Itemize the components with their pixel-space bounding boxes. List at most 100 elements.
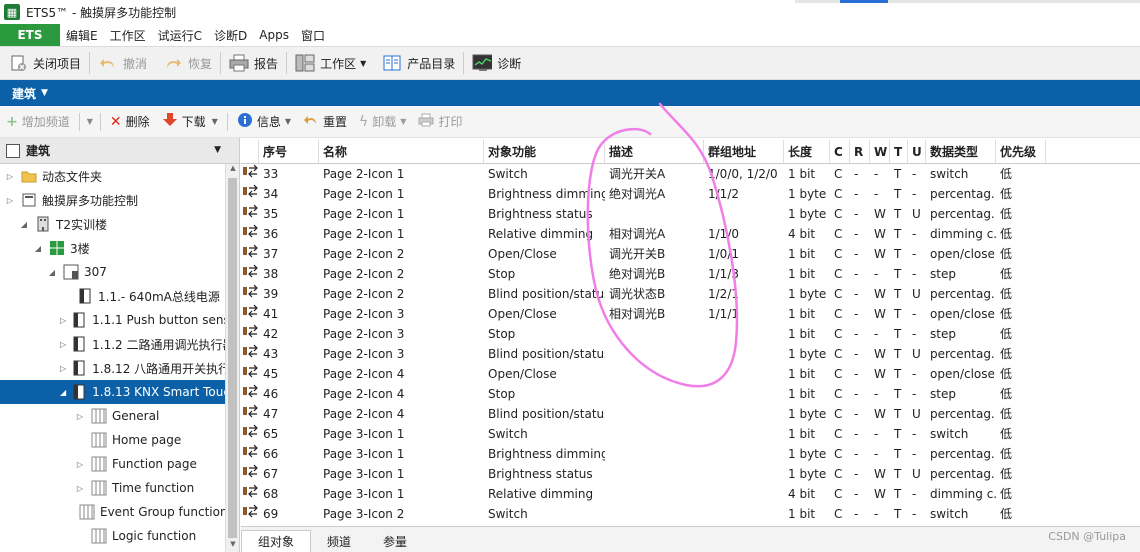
scroll-down-icon[interactable]: ▼	[226, 540, 240, 552]
download-button[interactable]: 下载 ▼	[156, 106, 224, 138]
menu-window[interactable]: 窗口	[295, 27, 331, 44]
column-header[interactable]: R	[850, 140, 870, 163]
expand-icon[interactable]: ▷	[4, 172, 16, 181]
menu-apps[interactable]: Apps	[253, 28, 295, 42]
column-header[interactable]: 名称	[319, 140, 484, 163]
column-header[interactable]: W	[870, 140, 890, 163]
collapse-icon[interactable]: ◢	[32, 244, 44, 253]
tree-node[interactable]: ◢ T2实训楼	[0, 212, 226, 236]
tree-node[interactable]: ▷ 动态文件夹	[0, 164, 226, 188]
close-project-button[interactable]: 关闭项目	[0, 46, 89, 80]
column-header[interactable]: 描述	[605, 140, 704, 163]
expand-icon[interactable]: ▷	[74, 484, 86, 493]
diagnostics-button[interactable]: 诊断	[464, 46, 529, 80]
reset-button[interactable]: 重置	[297, 106, 353, 138]
report-button[interactable]: 报告	[221, 46, 286, 80]
table-row[interactable]: 41 Page 2-Icon 3 Open/Close 相对调光B 1/1/1 1 bit…	[241, 304, 1140, 324]
collapse-icon[interactable]: ◢	[60, 388, 66, 397]
table-row[interactable]: 43 Page 2-Icon 3 Blind position/status 1 by…	[241, 344, 1140, 364]
table-cell: C	[834, 247, 843, 261]
column-header[interactable]: 群组地址	[704, 140, 784, 163]
redo-button[interactable]: 恢复	[155, 46, 220, 80]
column-header[interactable]: T	[890, 140, 908, 163]
table-cell: -	[874, 387, 879, 401]
table-row[interactable]: 33 Page 2-Icon 1 Switch 调光开关A 1/0/0, 1/2/0 1 …	[241, 164, 1140, 184]
tree-node[interactable]: 1.1.- 640mA总线电源	[0, 284, 226, 308]
tree-node[interactable]: ▷ 1.8.12 八路通用开关执行器	[0, 356, 226, 380]
tree-node[interactable]: ▷ 触摸屏多功能控制	[0, 188, 226, 212]
column-header[interactable]: U	[908, 140, 926, 163]
info-button[interactable]: 信息 ▼	[231, 106, 297, 138]
table-row[interactable]: 68 Page 3-Icon 1 Relative dimming 4 bit C - W T…	[241, 484, 1140, 504]
tree-node[interactable]: Logic function	[0, 524, 226, 548]
tree-node[interactable]: ▷ Function page	[0, 452, 226, 476]
table-row[interactable]: 38 Page 2-Icon 2 Stop 绝对调光B 1/1/3 1 bit C - - T - s…	[241, 264, 1140, 284]
tree-node[interactable]: ◢ 307	[0, 260, 226, 284]
table-cell: C	[834, 307, 843, 321]
table-row[interactable]: 65 Page 3-Icon 1 Switch 1 bit C - - T - switch 低	[241, 424, 1140, 444]
table-row[interactable]: 34 Page 2-Icon 1 Brightness dimming 绝对调光A 1/…	[241, 184, 1140, 204]
panel-selector-bar[interactable]: 建筑 ▼	[0, 80, 1140, 106]
menu-diagnostics[interactable]: 诊断D	[208, 27, 253, 44]
column-header[interactable]: 优先级	[996, 140, 1046, 163]
tree-node[interactable]: ◢ 3楼	[0, 236, 226, 260]
tree-node[interactable]: ▷ General	[0, 404, 226, 428]
expand-icon[interactable]: ▷	[74, 460, 86, 469]
workspace-button[interactable]: 工作区 ▼	[287, 46, 374, 80]
ets-menu-button[interactable]: ETS	[0, 24, 60, 46]
column-header[interactable]: 对象功能	[484, 140, 605, 163]
table-row[interactable]: 45 Page 2-Icon 4 Open/Close 1 bit C - W T - open/…	[241, 364, 1140, 384]
table-row[interactable]: 42 Page 2-Icon 3 Stop 1 bit C - - T - step 低	[241, 324, 1140, 344]
tab-parameters[interactable]: 参量	[367, 530, 423, 552]
table-row[interactable]: 47 Page 2-Icon 4 Blind position/status 1 by…	[241, 404, 1140, 424]
tree-node[interactable]: Event Group function	[0, 500, 226, 524]
tree-node[interactable]: ▷ 1.1.2 二路通用调光执行器	[0, 332, 226, 356]
menu-workspace[interactable]: 工作区	[104, 27, 152, 44]
tree-scrollbar[interactable]: ▲ ▼	[225, 164, 239, 552]
tree-node[interactable]: ▷ 1.1.1 Push button sensor...	[0, 308, 226, 332]
table-row[interactable]: 36 Page 2-Icon 1 Relative dimming 相对调光A 1/1/…	[241, 224, 1140, 244]
column-header[interactable]: 长度	[784, 140, 830, 163]
expand-icon[interactable]: ▷	[4, 196, 16, 205]
tree-node[interactable]: ▷ Time function	[0, 476, 226, 500]
collapse-icon[interactable]: ◢	[18, 220, 30, 229]
add-channel-button[interactable]: + 增加频道	[0, 106, 76, 138]
column-header[interactable]: 数据类型	[926, 140, 996, 163]
tree-node[interactable]: Home page	[0, 428, 226, 452]
expand-icon[interactable]: ▷	[74, 412, 86, 421]
delete-button[interactable]: ✕ 删除	[104, 106, 156, 138]
scroll-up-icon[interactable]: ▲	[226, 164, 240, 176]
column-header[interactable]: 序号	[259, 140, 319, 163]
table-row[interactable]: 66 Page 3-Icon 1 Brightness dimming 1 byte C…	[241, 444, 1140, 464]
table-cell: C	[834, 367, 843, 381]
catalog-button[interactable]: 产品目录	[374, 46, 463, 80]
table-row[interactable]: 35 Page 2-Icon 1 Brightness status 1 byte C -…	[241, 204, 1140, 224]
table-cell: Page 2-Icon 4	[323, 407, 405, 421]
chevron-down-icon[interactable]: ▼	[83, 117, 97, 126]
column-header[interactable]	[241, 140, 259, 163]
expand-icon[interactable]: ▷	[60, 340, 66, 349]
tree-panel-header[interactable]: 建筑 ▼	[0, 138, 239, 164]
column-header[interactable]: C	[830, 140, 850, 163]
unload-button[interactable]: ϟ 卸载 ▼	[353, 106, 412, 138]
undo-button[interactable]: 撤消	[90, 46, 155, 80]
tree-node[interactable]: ◢ 1.8.13 KNX Smart Touch V...	[0, 380, 226, 404]
chevron-down-icon: ▼	[360, 58, 367, 68]
menu-edit[interactable]: 编辑E	[60, 27, 104, 44]
collapse-icon[interactable]: ◢	[46, 268, 58, 277]
table-row[interactable]: 37 Page 2-Icon 2 Open/Close 调光开关B 1/0/1 1 bit…	[241, 244, 1140, 264]
menu-commissioning[interactable]: 试运行C	[152, 27, 208, 44]
table-cell: percentag...	[930, 467, 996, 481]
tab-channels[interactable]: 频道	[311, 530, 367, 552]
scrollbar-thumb[interactable]	[228, 178, 237, 538]
expand-icon[interactable]: ▷	[60, 316, 66, 325]
table-row[interactable]: 46 Page 2-Icon 4 Stop 1 bit C - - T - step 低	[241, 384, 1140, 404]
print-button[interactable]: 打印	[412, 106, 468, 138]
building-tree-panel: 建筑 ▼ ▷ 动态文件夹 ▷ 触摸屏多功能控制 ◢ T2实训楼 ◢ 3楼 ◢ 307 1.1.- 6…	[0, 138, 240, 552]
params-icon	[91, 480, 107, 496]
tab-group-objects[interactable]: 组对象	[241, 530, 312, 552]
table-row[interactable]: 69 Page 3-Icon 2 Switch 1 bit C - - T - switch 低	[241, 504, 1140, 524]
expand-icon[interactable]: ▷	[60, 364, 66, 373]
table-row[interactable]: 67 Page 3-Icon 1 Brightness status 1 byte C -…	[241, 464, 1140, 484]
table-row[interactable]: 39 Page 2-Icon 2 Blind position/status 调光状态…	[241, 284, 1140, 304]
